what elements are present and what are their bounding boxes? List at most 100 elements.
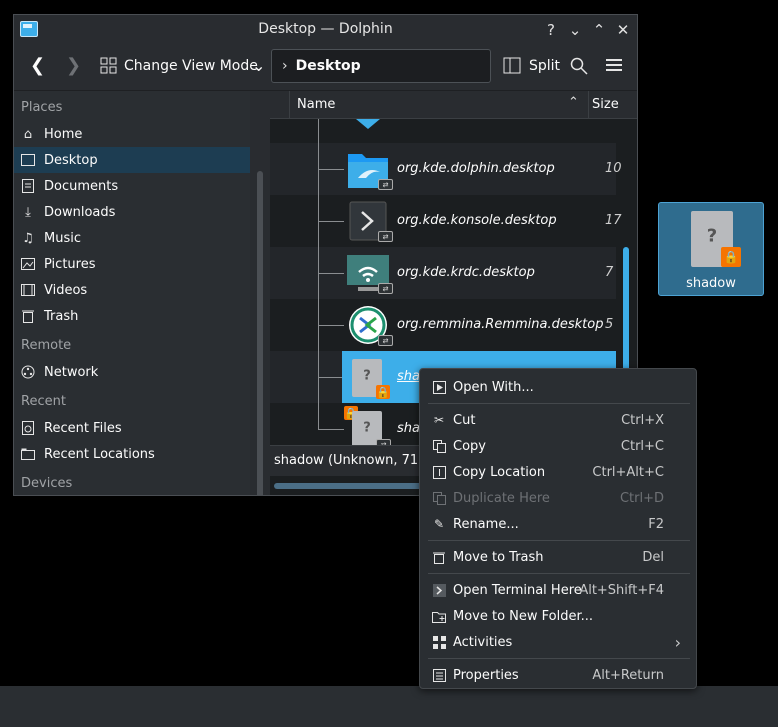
- place-label: Documents: [44, 178, 119, 194]
- desktop-file-label: shadow: [686, 276, 736, 291]
- menu-item-duplicate-here[interactable]: Duplicate Here Ctrl+D: [421, 485, 695, 511]
- menu-item-activities[interactable]: Activities ›: [421, 629, 695, 655]
- desktop-file-shadow[interactable]: 🔒 shadow: [658, 202, 764, 296]
- context-menu: Open With... ✂ Cut Ctrl+X Copy Ctrl+C Co…: [419, 368, 697, 689]
- app-icon-partial: [356, 119, 380, 129]
- close-button[interactable]: ✕: [612, 19, 634, 41]
- recent-locations-icon: [20, 446, 36, 462]
- place-pictures[interactable]: Pictures: [14, 251, 250, 277]
- activities-icon: [431, 634, 447, 650]
- menu-item-label: Copy: [453, 438, 486, 454]
- change-view-mode-button[interactable]: Change View Mode: [100, 57, 258, 74]
- duplicate-icon: [431, 490, 447, 506]
- file-row[interactable]: ⇄ org.kde.konsole.desktop 17: [270, 195, 622, 247]
- change-view-mode-label: Change View Mode: [124, 57, 258, 74]
- menu-separator: [428, 658, 690, 659]
- trash-icon: [20, 308, 36, 324]
- menu-item-shortcut: Ctrl+Alt+C: [592, 464, 664, 480]
- places-panel: Places ⌂ Home Desktop Documents ⤓ Downlo…: [14, 91, 263, 495]
- location-bar[interactable]: › Desktop: [271, 49, 491, 83]
- place-documents[interactable]: Documents: [14, 173, 250, 199]
- places-scrollbar[interactable]: [257, 171, 263, 495]
- downloads-icon: ⤓: [25, 204, 31, 220]
- menu-item-copy[interactable]: Copy Ctrl+C: [421, 433, 695, 459]
- menu-item-copy-location[interactable]: Copy Location Ctrl+Alt+C: [421, 459, 695, 485]
- file-row-partial[interactable]: [270, 119, 616, 143]
- menu-item-shortcut: Del: [642, 549, 664, 565]
- menu-separator: [428, 540, 690, 541]
- copy-icon: [431, 438, 447, 454]
- back-arrow-icon: ❮: [30, 55, 46, 76]
- menu-item-shortcut: Alt+Return: [592, 667, 664, 683]
- sort-ascending-icon[interactable]: ⌃: [568, 95, 579, 110]
- main-toolbar: ❮ ❯ Change View Mode ⌄ › Desktop Split: [14, 46, 637, 88]
- file-row[interactable]: ⇄ org.kde.krdc.desktop 7: [270, 247, 616, 299]
- recent-files-icon: [20, 420, 36, 436]
- desktop-icon: [20, 152, 36, 168]
- back-button[interactable]: ❮: [30, 55, 45, 76]
- forward-arrow-icon: ❯: [66, 55, 82, 76]
- column-separator: [588, 91, 589, 119]
- breadcrumb-desktop[interactable]: Desktop: [296, 58, 361, 74]
- menu-item-properties[interactable]: Properties Alt+Return: [421, 662, 695, 688]
- pictures-icon: [20, 256, 36, 272]
- title-bar[interactable]: Desktop — Dolphin ? ⌄ ⌃ ✕: [14, 15, 637, 45]
- file-name: org.kde.krdc.desktop: [397, 265, 535, 280]
- videos-icon: [20, 282, 36, 298]
- menu-item-open-with[interactable]: Open With...: [421, 374, 695, 400]
- properties-icon: [431, 667, 447, 683]
- file-size: 5: [605, 317, 614, 332]
- section-devices: Devices: [21, 476, 73, 491]
- column-separator: [289, 91, 290, 119]
- place-trash[interactable]: Trash: [14, 303, 250, 329]
- tree-branch: [318, 221, 344, 222]
- lock-icon: 🔒: [376, 385, 390, 399]
- place-music[interactable]: ♫ Music: [14, 225, 250, 251]
- column-name-header[interactable]: Name: [297, 97, 335, 112]
- file-size: 7: [605, 265, 614, 280]
- trash-icon: [431, 549, 447, 565]
- maximize-button[interactable]: ⌃: [588, 19, 610, 41]
- view-mode-icon: [100, 57, 117, 74]
- menu-item-shortcut: Alt+Shift+F4: [579, 582, 664, 598]
- menu-item-cut[interactable]: ✂ Cut Ctrl+X: [421, 407, 695, 433]
- place-network[interactable]: Network: [14, 359, 250, 385]
- split-button[interactable]: Split: [503, 57, 560, 74]
- menu-item-move-to-trash[interactable]: Move to Trash Del: [421, 544, 695, 570]
- menu-item-shortcut: Ctrl+X: [621, 412, 664, 428]
- place-downloads[interactable]: ⤓ Downloads: [14, 199, 250, 225]
- file-row[interactable]: ⇄ org.kde.dolphin.desktop 10: [270, 143, 622, 195]
- cut-icon: ✂: [433, 413, 445, 427]
- split-label: Split: [529, 57, 561, 74]
- column-size-header[interactable]: Size: [592, 97, 619, 112]
- place-recent-locations[interactable]: Recent Locations: [14, 441, 250, 467]
- menu-item-label: Duplicate Here: [453, 490, 550, 506]
- menu-item-move-to-new-folder[interactable]: Move to New Folder...: [421, 603, 695, 629]
- menu-item-rename[interactable]: ✎ Rename... F2: [421, 511, 695, 537]
- help-button[interactable]: ?: [540, 19, 562, 41]
- minimize-button[interactable]: ⌄: [564, 19, 586, 41]
- place-label: Network: [44, 364, 99, 380]
- menu-item-label: Open Terminal Here: [453, 582, 582, 598]
- place-videos[interactable]: Videos: [14, 277, 250, 303]
- open-with-icon: [431, 379, 447, 395]
- rename-icon: ✎: [433, 517, 445, 531]
- view-mode-dropdown[interactable]: ⌄: [252, 56, 265, 75]
- search-button[interactable]: [570, 57, 588, 75]
- copy-location-icon: [431, 464, 447, 480]
- tree-line: [318, 403, 319, 429]
- hamburger-menu-button[interactable]: [606, 58, 622, 72]
- place-desktop[interactable]: Desktop: [14, 147, 250, 173]
- forward-button[interactable]: ❯: [66, 55, 81, 76]
- place-home[interactable]: ⌂ Home: [14, 121, 250, 147]
- horizontal-scrollbar[interactable]: [274, 483, 434, 489]
- place-recent-files[interactable]: Recent Files: [14, 415, 250, 441]
- file-row[interactable]: ⇄ org.remmina.Remmina.desktop 5: [270, 299, 616, 351]
- menu-item-open-terminal[interactable]: Open Terminal Here Alt+Shift+F4: [421, 577, 695, 603]
- column-header: Name ⌃ Size: [270, 91, 637, 119]
- menu-item-label: Move to New Folder...: [453, 608, 594, 624]
- lock-icon: 🔒: [721, 247, 741, 267]
- hamburger-menu-icon: [606, 59, 622, 71]
- search-icon: [570, 57, 588, 75]
- symlink-badge-icon: ⇄: [378, 231, 393, 242]
